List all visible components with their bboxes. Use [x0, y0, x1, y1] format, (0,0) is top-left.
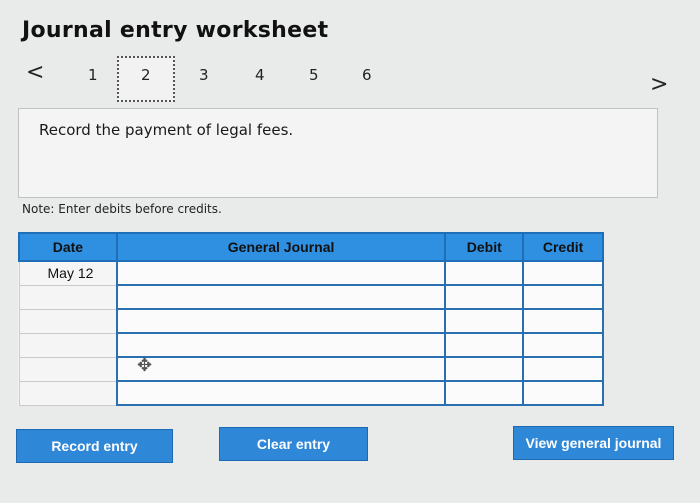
clear-entry-button[interactable]: Clear entry: [219, 427, 368, 461]
credit-input[interactable]: [522, 356, 604, 382]
general-journal-column-header: General Journal: [115, 232, 447, 262]
table-row: [18, 308, 604, 334]
chevron-left-icon[interactable]: <: [26, 60, 44, 85]
journal-table: Date General Journal Debit Credit May 12: [18, 232, 604, 406]
credit-input[interactable]: [522, 284, 604, 310]
table-row: [18, 380, 604, 406]
debit-input[interactable]: [444, 308, 525, 334]
date-cell[interactable]: [18, 380, 118, 406]
credit-input[interactable]: [522, 380, 604, 406]
record-entry-button[interactable]: Record entry: [16, 429, 173, 463]
credit-input[interactable]: [522, 260, 604, 286]
date-cell[interactable]: [18, 284, 118, 310]
step-5[interactable]: 5: [309, 66, 319, 84]
credit-input[interactable]: [522, 332, 604, 358]
step-1[interactable]: 1: [88, 66, 98, 84]
move-cursor-icon: ✥: [137, 355, 153, 375]
date-column-header: Date: [18, 232, 118, 262]
step-4[interactable]: 4: [255, 66, 265, 84]
table-row: [18, 332, 604, 358]
step-2[interactable]: 2: [141, 66, 151, 84]
credit-input[interactable]: [522, 308, 604, 334]
account-input[interactable]: [115, 332, 447, 358]
account-input[interactable]: [115, 308, 447, 334]
debit-column-header: Debit: [444, 232, 525, 262]
date-cell[interactable]: [18, 308, 118, 334]
debit-input[interactable]: [444, 284, 525, 310]
table-row: [18, 356, 604, 382]
debit-input[interactable]: [444, 332, 525, 358]
debit-input[interactable]: [444, 380, 525, 406]
page-title: Journal entry worksheet: [22, 18, 329, 43]
instruction-panel: Record the payment of legal fees.: [18, 108, 658, 198]
account-input[interactable]: [115, 260, 447, 286]
step-6[interactable]: 6: [362, 66, 372, 84]
debit-input[interactable]: [444, 356, 525, 382]
account-input[interactable]: [115, 356, 447, 382]
account-input[interactable]: [115, 380, 447, 406]
table-row: [18, 284, 604, 310]
account-input[interactable]: [115, 284, 447, 310]
instruction-text: Record the payment of legal fees.: [39, 121, 294, 139]
credit-column-header: Credit: [522, 232, 604, 262]
date-cell[interactable]: May 12: [18, 260, 118, 286]
table-row: May 12: [18, 260, 604, 286]
date-cell[interactable]: [18, 356, 118, 382]
step-3[interactable]: 3: [199, 66, 209, 84]
debit-input[interactable]: [444, 260, 525, 286]
table-header-row: Date General Journal Debit Credit: [18, 232, 604, 262]
date-cell[interactable]: [18, 332, 118, 358]
view-general-journal-button[interactable]: View general journal: [513, 426, 674, 460]
note-text: Note: Enter debits before credits.: [22, 202, 222, 216]
chevron-right-icon[interactable]: >: [650, 72, 668, 97]
